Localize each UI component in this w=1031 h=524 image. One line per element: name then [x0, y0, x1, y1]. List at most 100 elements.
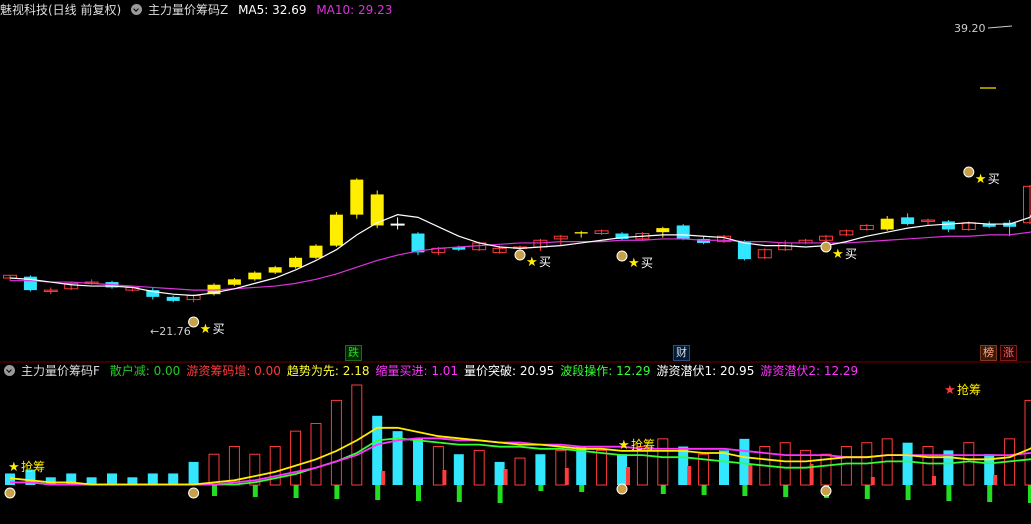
osc-magenta-line — [10, 437, 1031, 486]
red-bar — [503, 469, 508, 485]
money-bag-icon — [4, 487, 16, 499]
volume-bar — [617, 454, 627, 485]
tag-bang[interactable]: 榜 — [980, 345, 997, 361]
volume-bar — [453, 454, 464, 485]
green-bar — [660, 485, 666, 494]
ma10-readout: MA10: 29.23 — [316, 3, 393, 17]
candle-body — [350, 179, 364, 215]
volume-bar — [494, 461, 505, 485]
sub-indicator-menu-icon[interactable] — [4, 365, 15, 376]
red-bar — [870, 477, 875, 485]
grab-marker: 抢筹 — [631, 437, 655, 452]
red-bar — [748, 465, 753, 485]
green-bar — [212, 485, 217, 496]
money-bag-icon — [514, 249, 526, 261]
green-bar — [579, 485, 585, 492]
volume-bar — [678, 446, 689, 485]
green-bar — [293, 485, 299, 498]
red-bar — [626, 467, 630, 485]
candle-body — [901, 217, 915, 225]
stock-chart[interactable]: ★ 买★ 买 ★ 买★ 买★ 买 ★ 抢筹★ 抢筹★ 抢筹 — [0, 0, 1031, 524]
green-bar — [864, 485, 870, 499]
volume-bar — [514, 457, 526, 486]
sub-indicator-name[interactable]: 主力量价筹码F — [21, 364, 100, 378]
money-bag-icon — [963, 166, 975, 178]
red-bar — [442, 470, 447, 485]
green-bar — [497, 485, 503, 503]
volume-bar — [107, 473, 117, 485]
red-bar — [993, 475, 998, 485]
candle-body — [941, 221, 955, 230]
grab-marker: 抢筹 — [957, 382, 981, 397]
volume-bar — [188, 461, 199, 485]
candle-body — [329, 214, 343, 246]
star-icon: ★ — [832, 247, 844, 262]
candle-body — [656, 228, 670, 233]
candle-body — [309, 245, 323, 258]
sub-readout-3: 缩量买进: 1.01 — [375, 364, 459, 378]
green-bar — [905, 485, 911, 500]
volume-bar — [372, 415, 383, 485]
main-header: 魅视科技(日线 前复权) 主力量价筹码Z MA5: 32.69 MA10: 29… — [0, 0, 398, 20]
buy-marker: 买 — [988, 172, 1000, 186]
green-bar — [252, 485, 258, 497]
money-bag-icon — [188, 487, 200, 499]
tag-cai[interactable]: 财 — [673, 345, 690, 361]
volume-bar — [535, 454, 546, 485]
red-bar — [687, 466, 692, 485]
sub-readout-6: 游资潜伏1: 20.95 — [656, 364, 755, 378]
sub-readout-5: 波段操作: 12.29 — [560, 364, 651, 378]
candle-body — [1003, 222, 1017, 227]
candle-body — [676, 225, 690, 239]
high-pointer — [987, 25, 1013, 29]
volume-bar — [147, 473, 158, 485]
money-bag-icon — [820, 485, 832, 497]
sub-header: 主力量价筹码F 散户减: 0.00 游资筹码增: 0.00 趋势为先: 2.18 缩量… — [4, 361, 864, 381]
volume-bar — [922, 446, 934, 486]
green-bar — [538, 485, 544, 491]
candle-body — [880, 218, 894, 230]
tag-zhang[interactable]: 涨 — [1000, 345, 1017, 361]
green-bar — [946, 485, 952, 501]
volume-bar — [719, 450, 729, 485]
volume-bar — [657, 438, 669, 486]
green-bar — [742, 485, 748, 496]
star-icon: ★ — [526, 255, 538, 270]
volume-bar — [779, 442, 791, 486]
sub-readout-4: 量价突破: 20.95 — [464, 364, 555, 378]
volume-bar — [902, 442, 913, 485]
price-panel[interactable]: ★ 买★ 买 ★ 买★ 买★ 买 — [3, 25, 1031, 337]
red-bar — [381, 471, 386, 485]
tag-die[interactable]: 跌 — [345, 345, 362, 361]
candle-body — [227, 279, 241, 285]
ma5-readout: MA5: 32.69 — [238, 3, 307, 17]
volume-bar — [168, 473, 179, 485]
candle-body — [289, 257, 303, 268]
osc-yellow-line — [9, 426, 1031, 486]
volume-bar — [555, 449, 567, 486]
green-bar — [456, 485, 462, 502]
candle-body — [390, 223, 405, 226]
green-bar — [783, 485, 789, 497]
volume-bar — [330, 399, 342, 486]
volume-bar — [963, 442, 975, 486]
green-bar — [375, 485, 381, 500]
ma10-line — [10, 231, 1031, 291]
candle-body — [166, 296, 180, 301]
money-bag-icon — [616, 483, 628, 495]
volume-bar — [208, 453, 220, 486]
indicator-menu-icon[interactable] — [131, 4, 143, 15]
indicator-name[interactable]: 主力量价筹码Z — [148, 3, 228, 17]
sub-readout-2: 趋势为先: 2.18 — [286, 364, 370, 378]
star-icon: ★ — [628, 256, 640, 271]
star-icon: ★ — [944, 383, 956, 398]
green-bar — [701, 485, 707, 495]
candle-body — [268, 267, 282, 273]
ma5-line — [9, 214, 1031, 297]
red-bar — [564, 468, 569, 485]
volume-bar — [413, 438, 423, 485]
volume-bar — [1024, 399, 1031, 486]
candle-body — [574, 232, 588, 234]
star-icon: ★ — [200, 322, 212, 337]
indicator-panel[interactable]: ★ 抢筹★ 抢筹★ 抢筹 — [4, 382, 1031, 503]
